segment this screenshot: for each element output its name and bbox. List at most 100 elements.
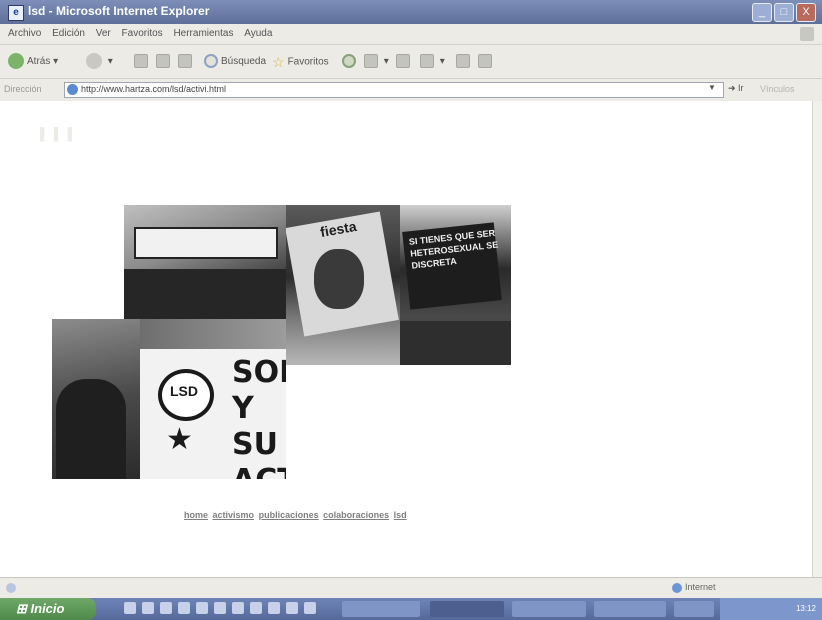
taskbar: ⊞ Inicio 13:12 — [0, 598, 822, 620]
messenger-button[interactable] — [478, 53, 495, 71]
address-label: Dirección — [4, 84, 42, 94]
clock[interactable]: 13:12 — [796, 604, 816, 613]
favorites-label: Favoritos — [287, 56, 329, 68]
discuss-button[interactable] — [456, 53, 473, 71]
poster-face — [314, 249, 364, 309]
quicklaunch-icon[interactable] — [232, 602, 244, 614]
close-button[interactable]: X — [796, 3, 816, 22]
minimize-button[interactable]: _ — [752, 3, 772, 22]
windows-logo-icon — [800, 27, 814, 41]
photo-fiesta-poster: fiesta — [286, 205, 400, 365]
security-zone: Internet — [672, 582, 716, 593]
photo-people-march — [52, 319, 140, 479]
address-input[interactable]: http://www.hartza.com/lsd/activi.html — [64, 82, 724, 98]
nav-link-colaboraciones[interactable]: colaboraciones — [323, 510, 389, 520]
site-navigation: home activismo publicaciones colaboracio… — [184, 510, 409, 520]
title-bar[interactable]: e lsd - Microsoft Internet Explorer _ □ … — [0, 0, 822, 24]
system-tray: 13:12 — [720, 598, 822, 620]
stop-icon — [134, 54, 148, 69]
forward-arrow-icon — [86, 53, 102, 70]
photo-protest-sign: SI TIENES QUE SER HETEROSEXUAL SE DISCRE… — [400, 205, 511, 365]
search-label: Búsqueda — [221, 56, 267, 67]
photo-demonstration-street — [124, 205, 286, 319]
quicklaunch-icon[interactable] — [196, 602, 208, 614]
history-button[interactable] — [342, 53, 359, 71]
address-url: http://www.hartza.com/lsd/activi.html — [81, 84, 227, 94]
links-button[interactable]: Vínculos — [760, 84, 795, 94]
nav-link-home[interactable]: home — [184, 510, 208, 520]
taskbar-window-1[interactable] — [342, 601, 420, 617]
search-icon — [204, 54, 218, 69]
internet-globe-icon — [672, 582, 682, 593]
home-icon — [178, 54, 192, 69]
page-status-icon — [6, 583, 16, 593]
menu-ver[interactable]: Ver — [96, 24, 111, 44]
discuss-icon — [456, 54, 470, 69]
menu-archivo[interactable]: Archivo — [8, 24, 41, 44]
quicklaunch-icon[interactable] — [124, 602, 136, 614]
banner-text: SOM Y SU ACT — [232, 355, 286, 479]
favorites-button[interactable]: ☆ Favoritos — [272, 53, 329, 71]
taskbar-window-2[interactable] — [430, 601, 504, 617]
favorites-star-icon: ☆ — [272, 54, 285, 70]
toolbar: Atrás ▾ ▾ Búsqueda ☆ Favoritos ▾ ▾ — [0, 44, 822, 79]
quicklaunch-icon[interactable] — [214, 602, 226, 614]
mail-button[interactable]: ▾ — [364, 53, 389, 71]
photo-street-strip — [140, 319, 286, 349]
crowd-silhouette — [400, 321, 511, 365]
messenger-icon — [478, 54, 492, 69]
quicklaunch-icon[interactable] — [160, 602, 172, 614]
print-button[interactable] — [396, 53, 413, 71]
menu-ayuda[interactable]: Ayuda — [244, 24, 272, 44]
nav-link-publicaciones[interactable]: publicaciones — [259, 510, 319, 520]
people-silhouette — [56, 379, 126, 479]
menu-bar: Archivo Edición Ver Favoritos Herramient… — [0, 24, 822, 44]
edit-button[interactable]: ▾ — [420, 53, 445, 71]
address-bar: Dirección http://www.hartza.com/lsd/acti… — [0, 78, 822, 101]
quicklaunch-icon[interactable] — [250, 602, 262, 614]
back-arrow-icon — [8, 53, 24, 70]
menu-edicion[interactable]: Edición — [52, 24, 85, 44]
quicklaunch-icon[interactable] — [286, 602, 298, 614]
home-button[interactable] — [178, 53, 195, 71]
edit-icon — [420, 54, 434, 69]
address-dropdown-icon[interactable]: ▼ — [708, 83, 716, 92]
zone-label: Internet — [685, 582, 716, 592]
print-icon — [396, 54, 410, 69]
menu-herramientas[interactable]: Herramientas — [173, 24, 233, 44]
mail-icon — [364, 54, 378, 69]
ie-app-icon: e — [8, 5, 24, 21]
refresh-button[interactable] — [156, 53, 173, 71]
start-label: Inicio — [30, 601, 65, 616]
quicklaunch-icon[interactable] — [268, 602, 280, 614]
lsd-logo-text: LSD — [170, 383, 198, 399]
back-label: Atrás — [27, 56, 51, 67]
history-icon — [342, 54, 356, 69]
search-button[interactable]: Búsqueda — [204, 53, 266, 71]
refresh-icon — [156, 54, 170, 69]
faded-background-nav: ▌ ▌ ▌ — [40, 127, 78, 141]
photo-lsd-banner: LSD ★ SOM Y SU ACT — [140, 349, 286, 479]
start-button[interactable]: ⊞ Inicio — [0, 598, 96, 620]
star-icon: ★ — [166, 423, 193, 456]
stop-button[interactable] — [134, 53, 151, 71]
go-button[interactable]: ➜ Ir — [728, 83, 744, 94]
window-title: lsd - Microsoft Internet Explorer — [28, 4, 210, 18]
back-button[interactable]: Atrás ▾ — [8, 53, 58, 71]
page-content: ▌ ▌ ▌ fiesta SI TIENES QUE SER HETEROSEX… — [0, 101, 812, 577]
quicklaunch-icon[interactable] — [178, 602, 190, 614]
vertical-scrollbar[interactable] — [812, 101, 822, 577]
menu-favoritos[interactable]: Favoritos — [122, 24, 163, 44]
taskbar-window-5[interactable] — [674, 601, 714, 617]
nav-link-lsd[interactable]: lsd — [394, 510, 407, 520]
quicklaunch-icon[interactable] — [304, 602, 316, 614]
quicklaunch-icon[interactable] — [142, 602, 154, 614]
go-label: Ir — [738, 83, 744, 93]
taskbar-window-4[interactable] — [594, 601, 666, 617]
nav-link-activismo[interactable]: activismo — [213, 510, 255, 520]
crowd-silhouette — [124, 269, 286, 319]
maximize-button[interactable]: □ — [774, 3, 794, 22]
page-icon — [67, 84, 78, 95]
taskbar-window-3[interactable] — [512, 601, 586, 617]
forward-button[interactable]: ▾ — [86, 53, 113, 71]
